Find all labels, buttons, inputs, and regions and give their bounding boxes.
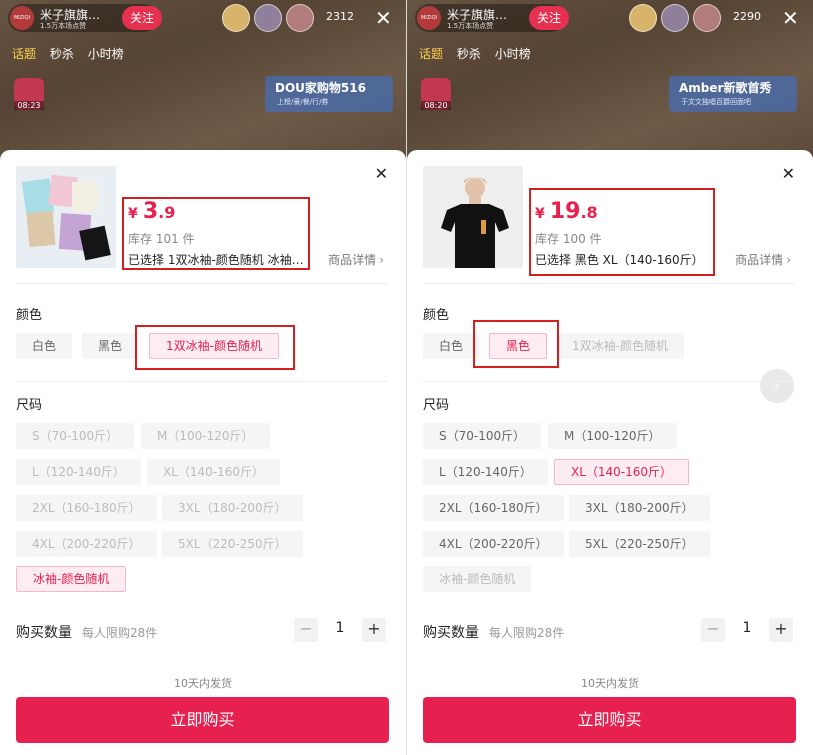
size-option-xl[interactable]: XL（140-160斤） — [554, 459, 690, 485]
viewer-count[interactable]: 2290 — [733, 10, 761, 23]
viewer-avatar[interactable] — [254, 4, 282, 32]
color-option-black[interactable]: 黑色 — [82, 333, 139, 359]
host-avatar: MIZIQI — [417, 6, 441, 30]
gift-timer: 08:20 — [421, 101, 451, 110]
divider — [423, 283, 795, 284]
topic-tag[interactable]: 话题 — [419, 45, 443, 62]
product-thumbnail — [16, 166, 116, 268]
quantity-label: 购买数量 — [423, 625, 479, 641]
quantity-plus-button[interactable]: + — [362, 618, 386, 642]
quantity-value[interactable]: 1 — [737, 620, 757, 636]
banner-subtitle: 上榜/豪/餐/行/券 — [277, 98, 329, 106]
size-label: 尺码 — [16, 398, 43, 413]
quantity-minus-button[interactable]: − — [294, 618, 318, 642]
chevron-right-icon: › — [379, 253, 384, 267]
live-banner[interactable]: Amber新歌首秀 于文文独唱百爵回面吧 — [669, 76, 797, 112]
screenshot-left: MIZIQI 米子旗旗… 1.5万本场点赞 关注 2312 ✕ 话题 秒杀 小时… — [0, 0, 406, 755]
gift-timer: 08:23 — [14, 101, 44, 110]
size-option-m[interactable]: M（100-120斤） — [548, 423, 677, 449]
product-thumbnail — [423, 166, 523, 268]
close-icon[interactable]: ✕ — [782, 4, 799, 32]
quantity-limit: 每人限购28件 — [489, 626, 565, 640]
close-icon[interactable]: ✕ — [375, 164, 388, 183]
quantity-plus-button[interactable]: + — [769, 618, 793, 642]
size-option-arm-sleeve[interactable]: 冰袖-颜色随机 — [423, 566, 532, 592]
buy-now-button[interactable]: 立即购买 — [16, 697, 389, 743]
screenshot-right: MIZIQI 米子旗旗… 1.5万本场点赞 关注 2290 ✕ 话题 秒杀 小时… — [407, 0, 813, 755]
size-option-arm-sleeve[interactable]: 冰袖-颜色随机 — [16, 566, 127, 592]
details-label: 商品详情 — [328, 253, 377, 267]
live-header: MIZIQI 米子旗旗… 1.5万本场点赞 关注 2290 ✕ — [415, 4, 807, 32]
viewer-count[interactable]: 2312 — [326, 10, 354, 23]
flash-sale-tag[interactable]: 秒杀 — [50, 45, 74, 62]
live-banner[interactable]: DOU家购物516 上榜/豪/餐/行/券 — [265, 76, 393, 112]
size-option-xl[interactable]: XL（140-160斤） — [147, 459, 281, 485]
highlight-box — [122, 197, 310, 270]
hourly-rank-tag[interactable]: 小时榜 — [495, 45, 531, 62]
sku-sheet: ✕ ¥ 3.9 库存 101 件 已选择 1双冰袖-颜色随机 冰袖… 商品详情 ›… — [0, 150, 406, 755]
color-option-white[interactable]: 白色 — [423, 333, 480, 359]
size-option-2xl[interactable]: 2XL（160-180斤） — [16, 495, 157, 521]
viewer-avatar[interactable] — [629, 4, 657, 32]
host-likes: 1.5万本场点赞 — [447, 22, 494, 30]
viewer-avatar[interactable] — [693, 4, 721, 32]
size-option-4xl[interactable]: 4XL（200-220斤） — [423, 531, 564, 557]
viewer-avatar[interactable] — [661, 4, 689, 32]
host-avatar: MIZIQI — [10, 6, 34, 30]
size-option-s[interactable]: S（70-100斤） — [423, 423, 542, 449]
banner-title: DOU家购物516 — [275, 81, 366, 95]
live-tags: 话题 秒杀 小时榜 — [419, 45, 541, 62]
size-label: 尺码 — [423, 398, 450, 413]
color-label: 颜色 — [16, 308, 43, 323]
live-gift-icon[interactable]: 08:20 — [421, 78, 451, 110]
sku-sheet: ✕ ¥ 19.8 库存 100 件 已选择 黑色 XL（140-160斤） 商品… — [407, 150, 813, 755]
highlight-box — [529, 188, 715, 276]
banner-subtitle: 于文文独唱百爵回面吧 — [681, 98, 751, 106]
quantity-label: 购买数量 — [16, 625, 72, 641]
size-option-l[interactable]: L（120-140斤） — [16, 459, 141, 485]
size-option-l[interactable]: L（120-140斤） — [423, 459, 548, 485]
follow-button[interactable]: 关注 — [529, 6, 569, 30]
shipping-note: 10天内发货 — [174, 677, 232, 690]
flash-sale-tag[interactable]: 秒杀 — [457, 45, 481, 62]
size-option-4xl[interactable]: 4XL（200-220斤） — [16, 531, 157, 557]
follow-button[interactable]: 关注 — [122, 6, 162, 30]
divider — [16, 283, 388, 284]
hourly-rank-tag[interactable]: 小时榜 — [88, 45, 124, 62]
close-icon[interactable]: ✕ — [782, 164, 795, 183]
size-option-5xl[interactable]: 5XL（220-250斤） — [162, 531, 303, 557]
highlight-box — [473, 320, 559, 368]
chevron-right-icon: › — [786, 253, 791, 267]
viewer-avatar[interactable] — [222, 4, 250, 32]
divider — [423, 381, 795, 382]
viewer-avatar[interactable] — [286, 4, 314, 32]
topic-tag[interactable]: 话题 — [12, 45, 36, 62]
size-option-3xl[interactable]: 3XL（180-200斤） — [569, 495, 710, 521]
product-details-link[interactable]: 商品详情 › — [735, 251, 791, 268]
size-option-5xl[interactable]: 5XL（220-250斤） — [569, 531, 710, 557]
live-header: MIZIQI 米子旗旗… 1.5万本场点赞 关注 2312 ✕ — [8, 4, 400, 32]
color-option-arm-sleeve[interactable]: 1双冰袖-颜色随机 — [556, 333, 684, 359]
highlight-box — [135, 325, 295, 370]
quantity-limit: 每人限购28件 — [82, 626, 158, 640]
product-details-link[interactable]: 商品详情 › — [328, 251, 384, 268]
size-option-3xl[interactable]: 3XL（180-200斤） — [162, 495, 303, 521]
details-label: 商品详情 — [735, 253, 784, 267]
size-option-s[interactable]: S（70-100斤） — [16, 423, 135, 449]
quantity-minus-button[interactable]: − — [701, 618, 725, 642]
banner-title: Amber新歌首秀 — [679, 81, 772, 95]
color-label: 颜色 — [423, 308, 450, 323]
host-likes: 1.5万本场点赞 — [40, 22, 87, 30]
buy-now-button[interactable]: 立即购买 — [423, 697, 796, 743]
divider — [16, 381, 388, 382]
quantity-value[interactable]: 1 — [330, 620, 350, 636]
live-tags: 话题 秒杀 小时榜 — [12, 45, 134, 62]
close-icon[interactable]: ✕ — [375, 4, 392, 32]
shipping-note: 10天内发货 — [581, 677, 639, 690]
live-gift-icon[interactable]: 08:23 — [14, 78, 44, 110]
size-option-2xl[interactable]: 2XL（160-180斤） — [423, 495, 564, 521]
color-option-white[interactable]: 白色 — [16, 333, 73, 359]
chevron-right-icon[interactable]: › — [760, 369, 794, 403]
size-option-m[interactable]: M（100-120斤） — [141, 423, 270, 449]
